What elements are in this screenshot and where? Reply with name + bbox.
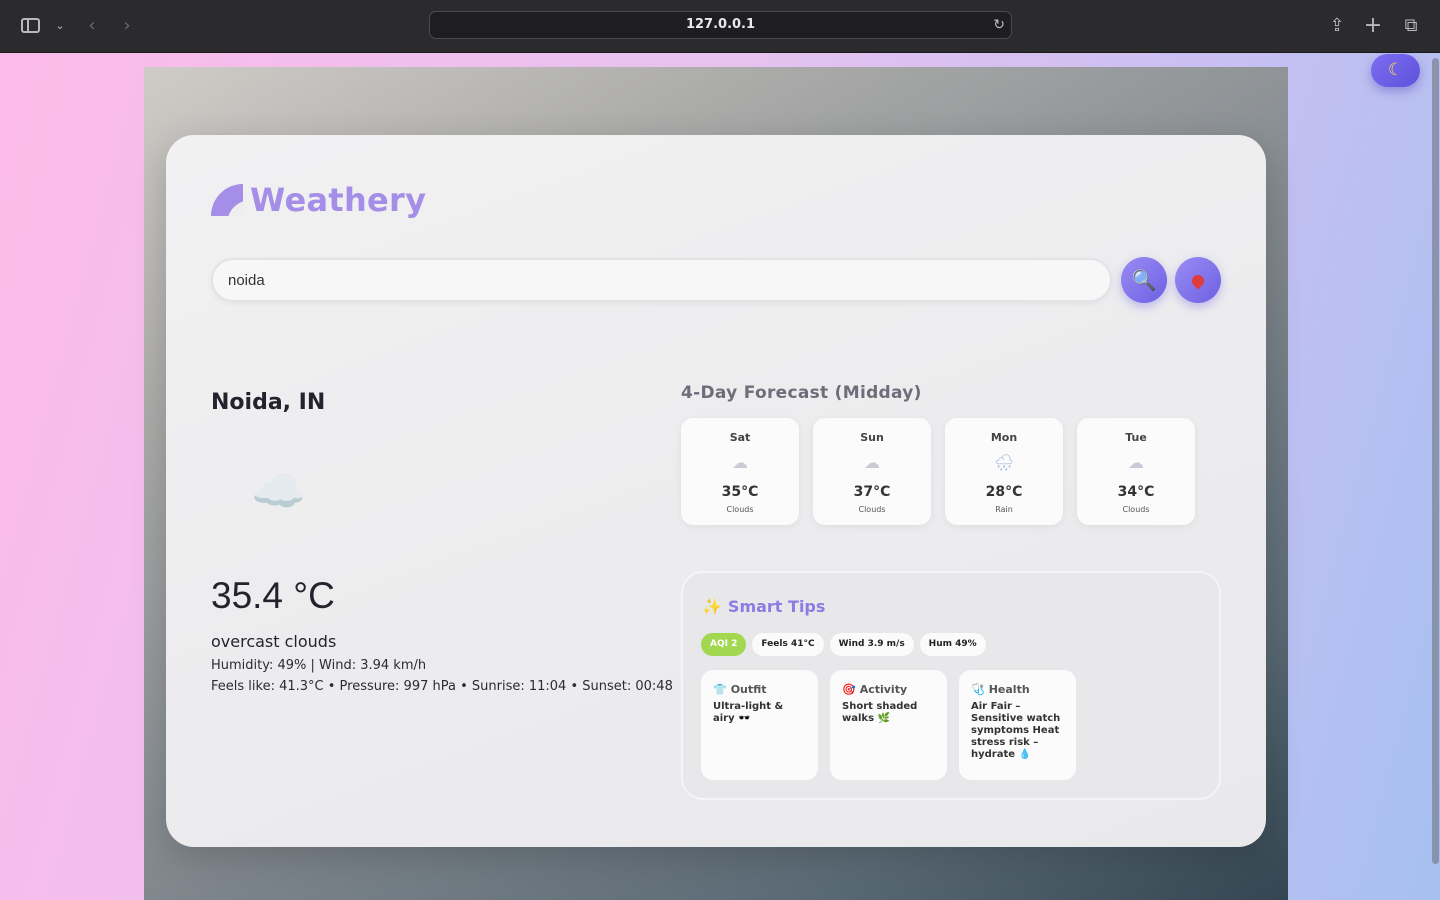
forecast-temp: 34°C [1117, 484, 1155, 500]
app-logo: Weathery [211, 180, 426, 220]
humidity-chip: Hum 49% [919, 633, 986, 656]
cloud-icon: ☁ [1128, 453, 1144, 472]
forecast-condition: Clouds [1122, 505, 1150, 514]
smart-tips-panel: ✨ Smart Tips AQI 2 Feels 41°C Wind 3.9 m/… [681, 571, 1221, 800]
smart-tips-label: Smart Tips [727, 597, 826, 616]
search-button[interactable]: 🔍 [1121, 257, 1167, 303]
weather-card: Weathery 🔍 Noida, IN ☁️ 35.4 °C overcast… [166, 135, 1266, 847]
current-temperature: 35.4 °C [211, 575, 335, 616]
theme-toggle-button[interactable]: ☾ [1371, 54, 1420, 87]
forecast-title: 4-Day Forecast (Midday) [681, 383, 922, 403]
forecast-temp: 35°C [721, 484, 759, 500]
city-name: Noida, IN [211, 390, 326, 415]
forecast-condition: Clouds [858, 505, 886, 514]
location-pin-icon [1189, 272, 1207, 290]
tip-title-text: Outfit [730, 683, 767, 696]
page-viewport: ☾ Weathery 🔍 Noida, IN ☁️ 35.4 °C overca… [0, 53, 1440, 900]
weather-details: Feels like: 41.3°C • Pressure: 997 hPa •… [211, 679, 673, 694]
browser-toolbar: ⌄ ‹ › 127.0.0.1 ↻ ⇪ + ⧉ [0, 0, 1440, 53]
humidity-wind: Humidity: 49% | Wind: 3.94 km/h [211, 658, 427, 673]
tabs-overview-icon[interactable]: ⧉ [1399, 14, 1423, 38]
tip-cards: 👕 Outfit Ultra-light & airy 🕶️ 🎯 Activity … [701, 670, 1076, 780]
forecast-day: Mon [990, 431, 1018, 444]
moon-icon: ☾ [1387, 60, 1404, 80]
weather-description: overcast clouds [211, 632, 337, 651]
tip-card-activity: 🎯 Activity Short shaded walks 🌿 [830, 670, 947, 780]
forecast-temp: 28°C [985, 484, 1023, 500]
logo-text: Weathery [250, 181, 427, 219]
tip-title: 🩺 Health [971, 683, 1064, 696]
forecast-day: Sat [729, 431, 751, 444]
tip-title-text: Activity [859, 683, 908, 696]
aqi-chip: AQI 2 [701, 633, 747, 656]
shirt-icon: 👕 [713, 683, 727, 696]
cloud-icon: ☁ [864, 453, 880, 472]
tip-body: Short shaded walks 🌿 [842, 701, 918, 724]
location-button[interactable] [1175, 257, 1221, 303]
scrollbar[interactable] [1432, 58, 1439, 864]
forecast-card: Mon 🌧 28°C Rain [945, 418, 1063, 525]
forecast-temp: 37°C [853, 484, 891, 500]
target-icon: 🎯 [842, 683, 856, 696]
sparkles-icon: ✨ [702, 597, 722, 616]
tip-card-outfit: 👕 Outfit Ultra-light & airy 🕶️ [701, 670, 818, 780]
reload-icon[interactable]: ↻ [993, 12, 1005, 38]
search-icon: 🔍 [1131, 268, 1157, 292]
address-bar[interactable]: 127.0.0.1 ↻ [429, 11, 1012, 39]
new-tab-icon[interactable]: + [1361, 14, 1385, 38]
chevron-down-icon[interactable]: ⌄ [48, 14, 72, 38]
tip-title: 👕 Outfit [713, 683, 806, 696]
search-input[interactable] [211, 258, 1112, 302]
stethoscope-icon: 🩺 [971, 683, 985, 696]
share-icon[interactable]: ⇪ [1325, 14, 1349, 38]
smart-tips-title: ✨ Smart Tips [702, 597, 825, 616]
tip-title-text: Health [988, 683, 1030, 696]
forecast-day: Tue [1125, 431, 1147, 444]
forecast-list: Sat ☁ 35°C Clouds Sun ☁ 37°C Clouds Mon … [681, 418, 1195, 525]
cloud-icon: ☁ [732, 453, 748, 472]
tip-card-health: 🩺 Health Air Fair – Sensitive watch sympt… [959, 670, 1076, 780]
sidebar-toggle-icon[interactable] [21, 18, 40, 33]
wind-chip: Wind 3.9 m/s [829, 633, 914, 656]
forecast-condition: Rain [995, 505, 1013, 514]
tip-body: Ultra-light & airy 🕶️ [713, 701, 784, 724]
tip-body: Air Fair – Sensitive watch symptoms Heat… [971, 701, 1061, 760]
rain-cloud-icon: 🌧 [993, 453, 1015, 472]
cloud-icon: ☁️ [251, 466, 306, 517]
forecast-card: Sat ☁ 35°C Clouds [681, 418, 799, 525]
forecast-day: Sun [860, 431, 884, 444]
forward-icon[interactable]: › [115, 14, 139, 38]
metric-chips: AQI 2 Feels 41°C Wind 3.9 m/s Hum 49% [701, 633, 986, 656]
url-text: 127.0.0.1 [685, 17, 756, 32]
tip-title: 🎯 Activity [842, 683, 935, 696]
forecast-card: Tue ☁ 34°C Clouds [1077, 418, 1195, 525]
forecast-card: Sun ☁ 37°C Clouds [813, 418, 931, 525]
back-icon[interactable]: ‹ [80, 14, 104, 38]
logo-icon [211, 184, 243, 216]
forecast-condition: Clouds [726, 505, 754, 514]
feels-chip: Feels 41°C [752, 633, 824, 656]
